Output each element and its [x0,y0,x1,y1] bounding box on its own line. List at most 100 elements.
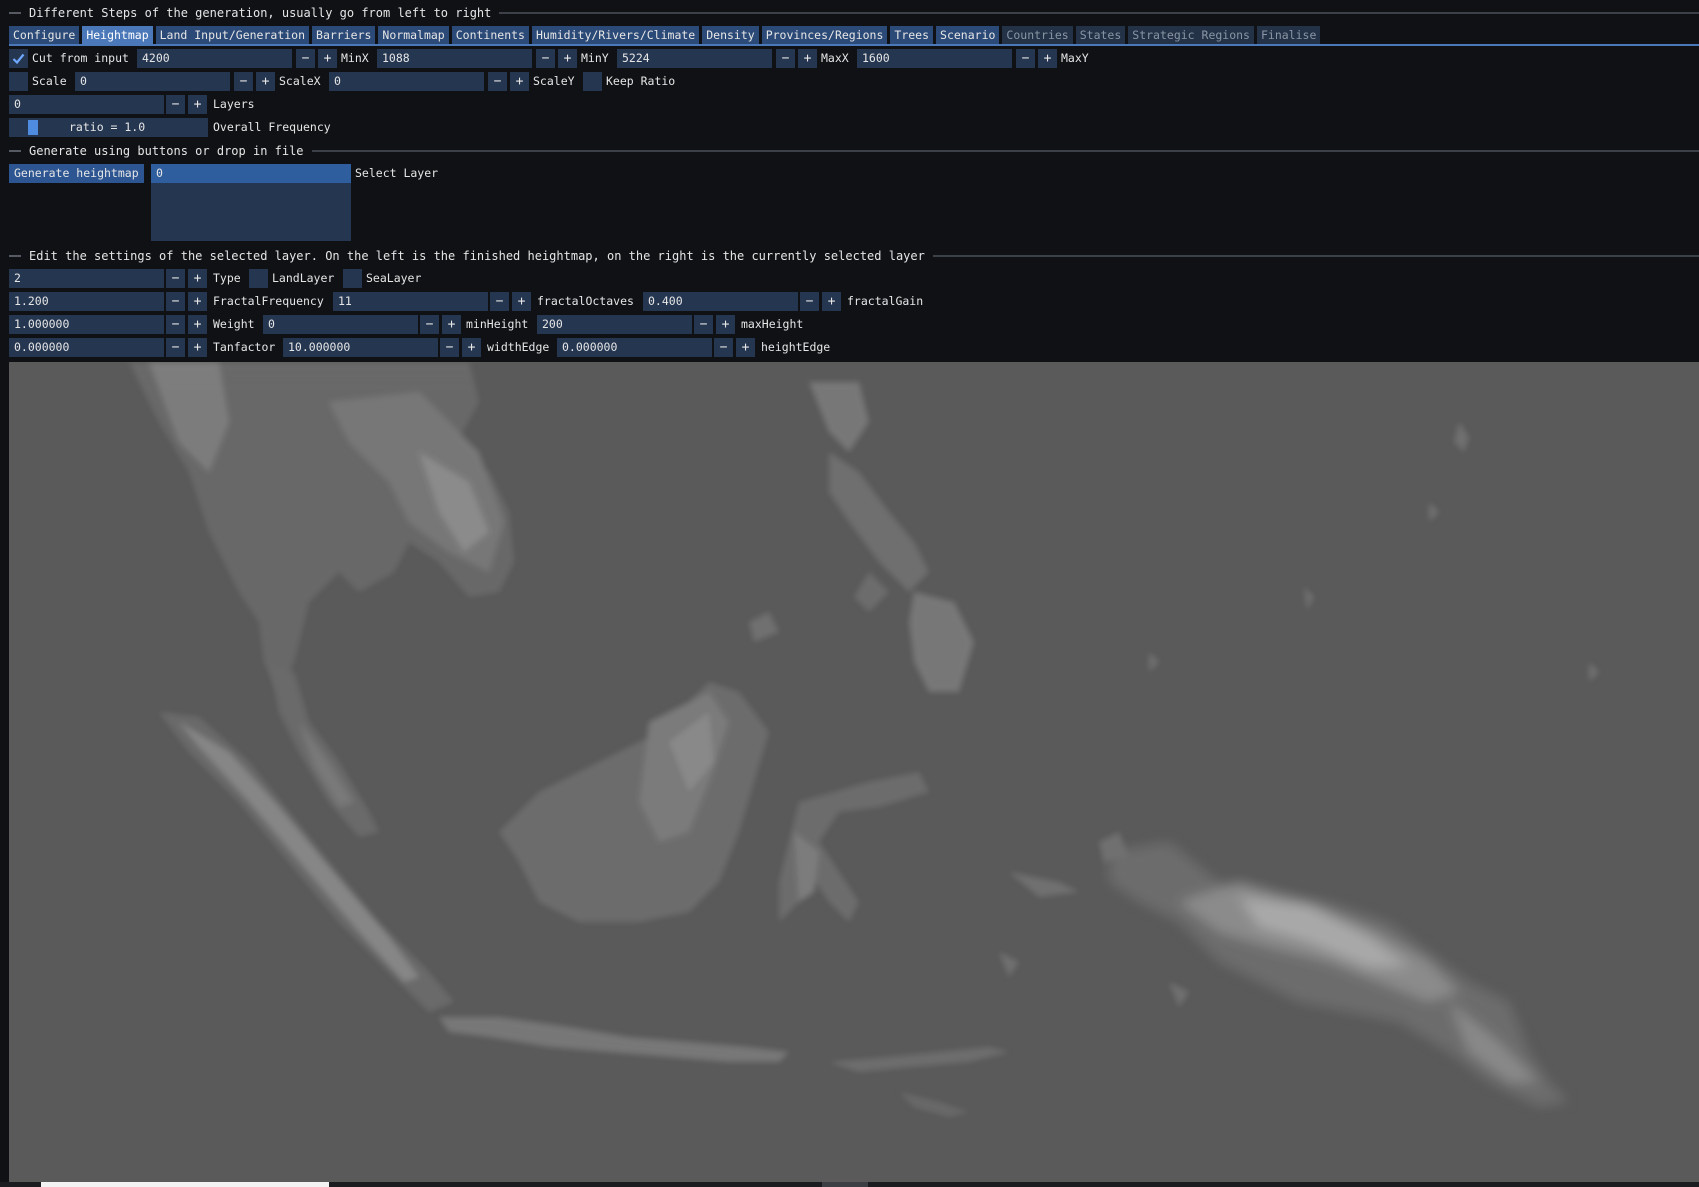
scalex-minus-button[interactable]: − [234,72,253,91]
miny-minus-button[interactable]: − [536,49,555,68]
scalex-label: ScaleX [279,74,321,88]
layers-input[interactable]: 0 [9,95,164,114]
width-edge-input[interactable]: 10.000000 [283,338,438,357]
scaley-minus-button[interactable]: − [488,72,507,91]
type-minus-button[interactable]: − [166,269,185,288]
height-edge-plus-button[interactable]: + [736,338,755,357]
land-layer-checkbox[interactable] [249,269,268,288]
height-edge-minus-button[interactable]: − [714,338,733,357]
weight-plus-button[interactable]: + [188,315,207,334]
maxx-minus-button[interactable]: − [776,49,795,68]
min-height-label: minHeight [466,317,529,331]
minx-input[interactable]: 4200 [137,49,292,68]
max-height-input[interactable]: 200 [537,315,692,334]
tab-countries[interactable]: Countries [1002,26,1073,45]
max-height-label: maxHeight [741,317,804,331]
min-height-plus-button[interactable]: + [442,315,461,334]
maxx-input[interactable]: 5224 [617,49,772,68]
tab-states[interactable]: States [1075,26,1126,45]
weight-input[interactable]: 1.000000 [9,315,164,334]
fractal-gain-label: fractalGain [847,294,924,308]
maxy-plus-button[interactable]: + [1038,49,1057,68]
cut-label: Cut from input [32,51,129,65]
tanfactor-plus-button[interactable]: + [188,338,207,357]
tanfactor-minus-button[interactable]: − [166,338,185,357]
miny-input[interactable]: 1088 [377,49,532,68]
layer-listbox[interactable]: 0 [151,164,351,241]
min-height-input[interactable]: 0 [263,315,418,334]
weight-label: Weight [213,317,255,331]
scaley-input[interactable]: 0 [329,72,484,91]
select-layer-label: Select Layer [355,166,439,180]
tab-humidity-rivers-climate[interactable]: Humidity/Rivers/Climate [531,26,700,45]
min-height-minus-button[interactable]: − [420,315,439,334]
fractal-frequency-minus-button[interactable]: − [166,292,185,311]
height-edge-input[interactable]: 0.000000 [557,338,712,357]
generate-heightmap-button[interactable]: Generate heightmap [9,164,144,183]
fractal-octaves-plus-button[interactable]: + [512,292,531,311]
keep-ratio-checkbox[interactable] [583,72,602,91]
minx-minus-button[interactable]: − [296,49,315,68]
tanfactor-input[interactable]: 0.000000 [9,338,164,357]
scaley-plus-button[interactable]: + [510,72,529,91]
miny-plus-button[interactable]: + [558,49,577,68]
maxx-plus-button[interactable]: + [798,49,817,68]
type-input[interactable]: 2 [9,269,164,288]
tab-provinces-regions[interactable]: Provinces/Regions [761,26,888,45]
tab-finalise[interactable]: Finalise [1256,26,1321,45]
scalex-input[interactable]: 0 [75,72,230,91]
tab-bar: Configure Heightmap Land Input/Generation B… [9,26,1321,45]
section-steps: Different Steps of the generation, usual… [9,6,1699,20]
maxy-input[interactable]: 1600 [857,49,1012,68]
weight-minus-button[interactable]: − [166,315,185,334]
tab-configure[interactable]: Configure [9,26,80,45]
width-edge-plus-button[interactable]: + [462,338,481,357]
scrollbar-thumb[interactable] [41,1182,329,1187]
section-edit-text: Edit the settings of the selected layer.… [29,249,925,263]
scrollbar-thumb-secondary[interactable] [822,1182,868,1187]
tab-heightmap[interactable]: Heightmap [82,26,153,45]
heightmap-image [9,362,1699,1182]
maxy-label: MaxY [1061,51,1089,65]
fractal-octaves-minus-button[interactable]: − [490,292,509,311]
layers-minus-button[interactable]: − [166,95,185,114]
frequency-slider-grab[interactable] [28,120,38,135]
cut-checkbox[interactable] [9,49,28,68]
tab-normalmap[interactable]: Normalmap [378,26,449,45]
scalex-plus-button[interactable]: + [256,72,275,91]
fractal-frequency-label: FractalFrequency [213,294,324,308]
scaley-label: ScaleY [533,74,575,88]
keep-ratio-label: Keep Ratio [606,74,676,88]
height-edge-label: heightEdge [761,340,831,354]
max-height-minus-button[interactable]: − [694,315,713,334]
width-edge-minus-button[interactable]: − [440,338,459,357]
fractal-octaves-input[interactable]: 11 [333,292,488,311]
section-generate: Generate using buttons or drop in file [9,144,1699,158]
tab-strategic-regions[interactable]: Strategic Regions [1128,26,1254,45]
fractal-gain-input[interactable]: 0.400 [643,292,798,311]
scale-checkbox[interactable] [9,72,28,91]
layer-list-item[interactable]: 0 [151,164,351,183]
tanfactor-label: Tanfactor [213,340,276,354]
frequency-slider[interactable]: ratio = 1.0 [9,118,208,137]
tab-land-input-generation[interactable]: Land Input/Generation [155,26,310,45]
minx-plus-button[interactable]: + [318,49,337,68]
fractal-frequency-input[interactable]: 1.200 [9,292,164,311]
checkmark-icon [12,53,25,65]
miny-label: MinY [581,51,609,65]
tab-density[interactable]: Density [702,26,759,45]
layers-plus-button[interactable]: + [188,95,207,114]
fractal-gain-plus-button[interactable]: + [822,292,841,311]
tab-continents[interactable]: Continents [451,26,529,45]
tab-scenario[interactable]: Scenario [936,26,1000,45]
type-plus-button[interactable]: + [188,269,207,288]
tab-trees[interactable]: Trees [890,26,934,45]
tab-barriers[interactable]: Barriers [312,26,376,45]
max-height-plus-button[interactable]: + [716,315,735,334]
fractal-octaves-label: fractalOctaves [537,294,634,308]
sea-layer-checkbox[interactable] [343,269,362,288]
heightmap-preview[interactable] [9,362,1699,1182]
fractal-gain-minus-button[interactable]: − [800,292,819,311]
fractal-frequency-plus-button[interactable]: + [188,292,207,311]
maxy-minus-button[interactable]: − [1016,49,1035,68]
